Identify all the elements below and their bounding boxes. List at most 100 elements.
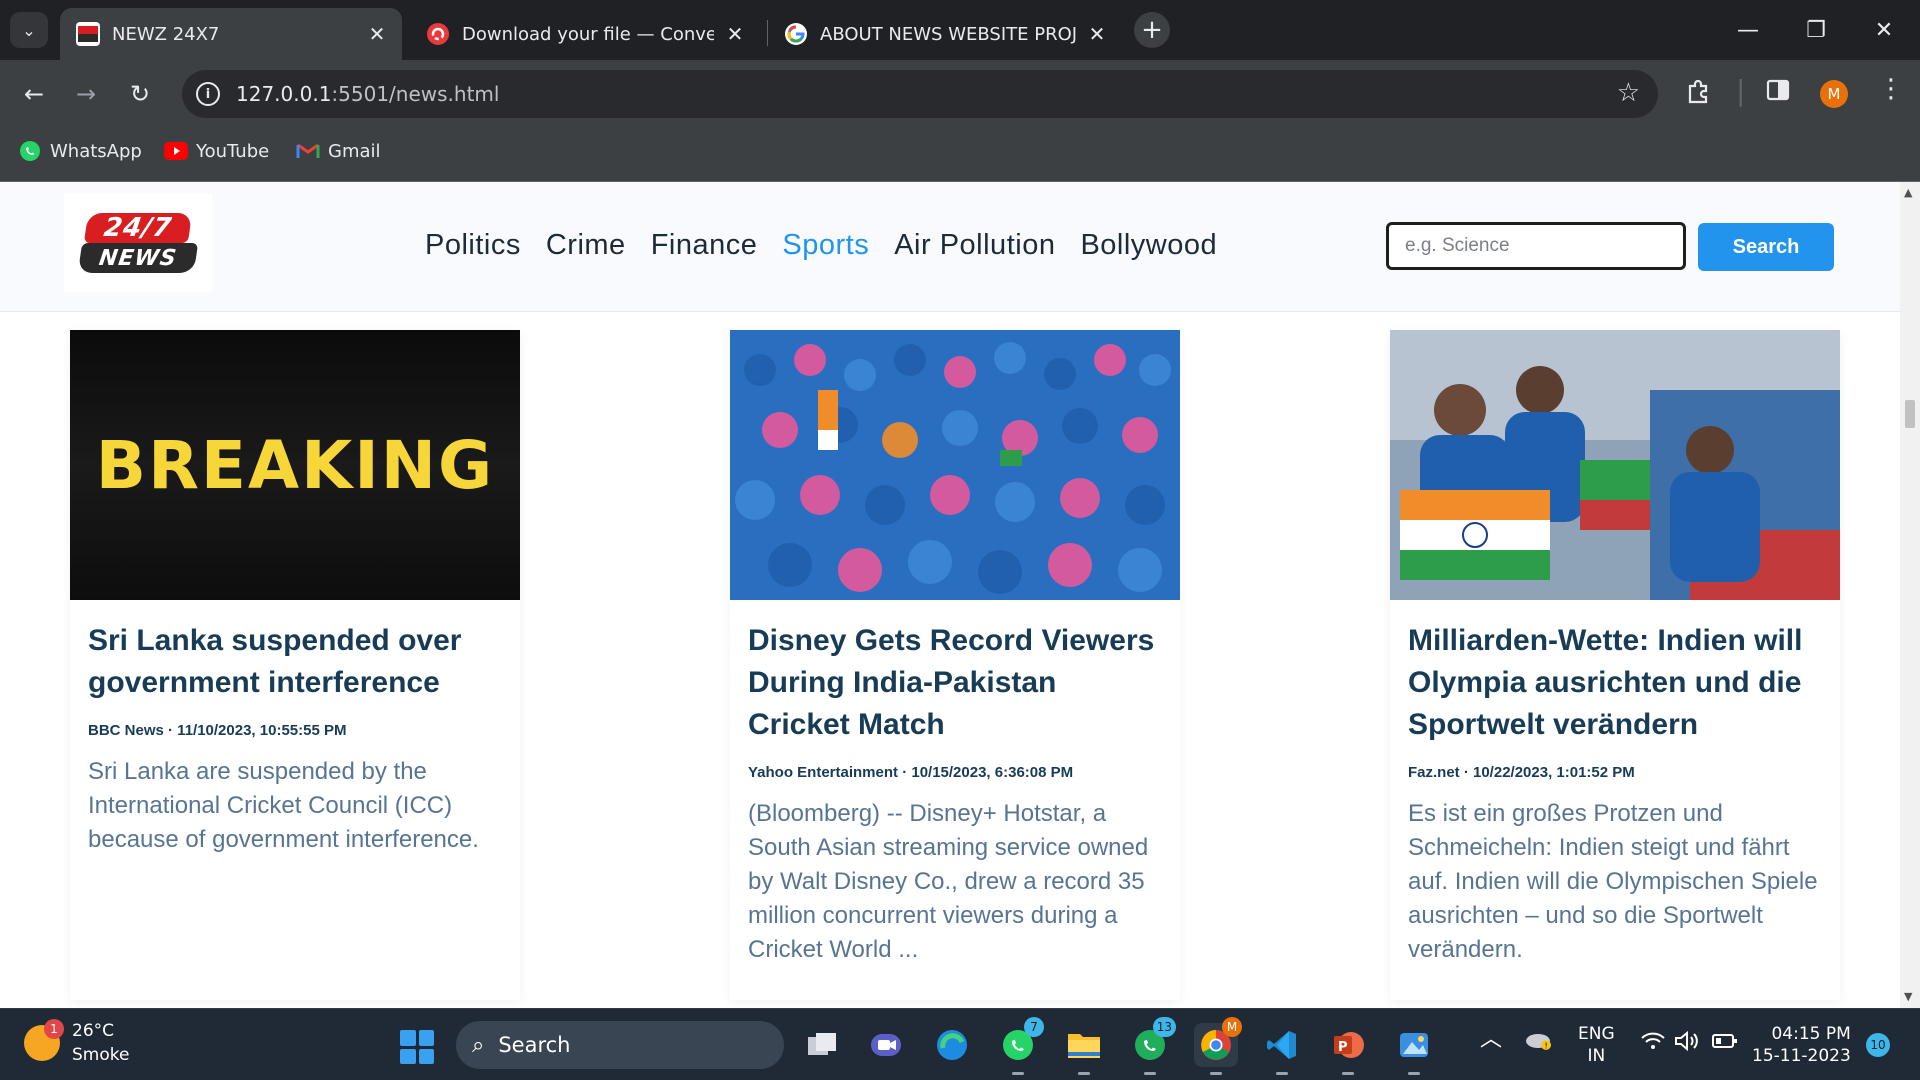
side-panel-icon[interactable] (1766, 78, 1790, 108)
clock-time: 04:15 PM (1771, 1024, 1851, 1044)
whatsapp-taskbar-icon[interactable]: 7 (996, 1017, 1044, 1075)
more-menu-icon[interactable]: ⋮ (1878, 74, 1904, 104)
taskbar-search-label: Search (498, 1033, 571, 1057)
bookmark-whatsapp[interactable]: WhatsApp (18, 140, 142, 162)
scrollbar-thumb[interactable] (1905, 400, 1915, 428)
language-indicator[interactable]: ENG IN (1578, 1023, 1615, 1067)
news-card[interactable]: BREAKING Sri Lanka suspended over govern… (70, 330, 520, 1000)
google-favicon-icon (784, 22, 808, 46)
weather-widget[interactable]: 1 26°C Smoke (24, 1019, 129, 1067)
logo-top-text: 24/7 (102, 213, 174, 243)
windows-taskbar: 1 26°C Smoke ⌕ Search 7 13 M P ︿ ! ENG I… (0, 1008, 1920, 1080)
close-tab-icon[interactable]: ✕ (724, 22, 746, 46)
wifi-icon[interactable] (1640, 1031, 1666, 1055)
chrome-profile-badge: M (1222, 1017, 1242, 1037)
article-title[interactable]: Sri Lanka suspended over government inte… (88, 620, 502, 704)
chevron-up-icon[interactable]: ︿ (1480, 1029, 1502, 1051)
task-view-icon[interactable] (800, 1023, 844, 1067)
article-title[interactable]: Milliarden-Wette: Indien will Olympia au… (1408, 620, 1822, 746)
forward-arrow-icon[interactable]: → (66, 74, 106, 114)
volume-icon[interactable] (1674, 1030, 1700, 1057)
profile-avatar[interactable]: M (1820, 80, 1848, 108)
start-button[interactable] (400, 1030, 434, 1064)
tab-search-button[interactable]: ⌄ (10, 12, 48, 48)
tab-strip: ⌄ NEWZ 24X7 ✕ Download your file — Conve… (0, 0, 1920, 60)
breaking-news-image: BREAKING (70, 330, 520, 600)
bookmarks-bar: WhatsApp YouTube Gmail (0, 126, 1920, 182)
taskbar-search[interactable]: ⌕ Search (456, 1021, 784, 1069)
bookmark-gmail[interactable]: Gmail (296, 140, 381, 162)
close-tab-icon[interactable]: ✕ (366, 22, 388, 46)
page-viewport: 24/7 NEWS Politics Crime Finance Sports … (0, 182, 1900, 1008)
weather-temp: 26°C (72, 1021, 115, 1041)
address-bar[interactable]: i 127.0.0.1:5501/news.html ☆ (182, 70, 1658, 118)
new-tab-button[interactable]: + (1134, 12, 1170, 48)
scroll-down-icon[interactable]: ▼ (1904, 990, 1912, 1003)
article-meta: Yahoo Entertainment · 10/15/2023, 6:36:0… (748, 764, 1074, 781)
nav-item-finance[interactable]: Finance (651, 229, 758, 262)
breaking-text: BREAKING (95, 426, 495, 504)
nav-item-bollywood[interactable]: Bollywood (1080, 229, 1217, 262)
search-input[interactable] (1386, 222, 1686, 270)
bookmark-label: YouTube (196, 140, 270, 162)
bookmark-star-icon[interactable]: ☆ (1617, 78, 1640, 108)
weather-desc: Smoke (72, 1045, 130, 1065)
site-logo[interactable]: 24/7 NEWS (64, 194, 212, 292)
scroll-up-icon[interactable]: ▲ (1904, 186, 1912, 199)
convertio-favicon-icon (426, 22, 450, 46)
whatsapp-business-icon[interactable]: 13 (1128, 1017, 1176, 1075)
notification-badge[interactable]: 10 (1866, 1033, 1890, 1057)
url-text[interactable]: 127.0.0.1:5501/news.html (236, 82, 499, 106)
tab-title: ABOUT NEWS WEBSITE PROJECT (820, 23, 1076, 45)
youtube-icon (164, 140, 188, 162)
onedrive-warning-icon[interactable]: ! (1524, 1029, 1554, 1057)
tab-about-news[interactable]: ABOUT NEWS WEBSITE PROJECT ✕ (768, 8, 1122, 60)
photos-icon[interactable] (1392, 1023, 1436, 1075)
back-arrow-icon[interactable]: ← (14, 74, 54, 114)
close-window-icon[interactable]: ✕ (1864, 10, 1904, 50)
newz-favicon-icon (76, 22, 100, 46)
edge-icon[interactable] (930, 1023, 974, 1067)
article-title[interactable]: Disney Gets Record Viewers During India-… (748, 620, 1162, 746)
language-bottom: IN (1587, 1046, 1606, 1066)
file-explorer-icon[interactable] (1062, 1023, 1106, 1075)
search-icon: ⌕ (472, 1032, 485, 1058)
powerpoint-icon[interactable]: P (1326, 1023, 1370, 1075)
chrome-taskbar-icon[interactable]: M (1194, 1017, 1242, 1075)
battery-icon[interactable] (1712, 1033, 1738, 1055)
article-meta: Faz.net · 10/22/2023, 1:01:52 PM (1408, 764, 1635, 781)
gmail-icon (296, 140, 320, 162)
news-card[interactable]: Disney Gets Record Viewers During India-… (730, 330, 1180, 1000)
site-info-icon[interactable]: i (196, 82, 220, 106)
tab-newz[interactable]: NEWZ 24X7 ✕ (60, 8, 402, 60)
category-menu: Politics Crime Finance Sports Air Pollut… (425, 229, 1217, 262)
toolbar-divider: | (1736, 74, 1746, 107)
minimize-icon[interactable]: — (1728, 10, 1768, 50)
whatsapp-icon (18, 140, 42, 162)
article-meta: BBC News · 11/10/2023, 10:55:55 PM (88, 722, 347, 739)
reload-icon[interactable]: ↻ (120, 74, 160, 114)
nav-item-crime[interactable]: Crime (546, 229, 626, 262)
restore-icon[interactable]: ❐ (1796, 10, 1836, 50)
whatsapp-badge: 7 (1024, 1017, 1044, 1037)
logo-bottom-text: NEWS (97, 245, 179, 271)
chevron-down-icon: ⌄ (22, 20, 36, 40)
nav-item-sports[interactable]: Sports (782, 229, 869, 262)
tab-title: NEWZ 24X7 (112, 23, 220, 45)
bookmark-youtube[interactable]: YouTube (164, 140, 269, 162)
browser-toolbar: ← → ↻ i 127.0.0.1:5501/news.html ☆ | ⋮ (0, 60, 1920, 126)
india-fans-image (1390, 330, 1840, 600)
nav-item-air-pollution[interactable]: Air Pollution (894, 229, 1055, 262)
system-clock[interactable]: 04:15 PM 15-11-2023 (1752, 1023, 1851, 1067)
close-tab-icon[interactable]: ✕ (1086, 22, 1108, 46)
page-scrollbar[interactable]: ▲ ▼ (1900, 182, 1920, 1008)
whatsapp-business-badge: 13 (1152, 1017, 1176, 1037)
extensions-icon[interactable] (1686, 78, 1712, 110)
tab-convertio[interactable]: Download your file — Convertio ✕ (410, 8, 760, 60)
nav-item-politics[interactable]: Politics (425, 229, 521, 262)
vscode-icon[interactable] (1260, 1023, 1304, 1075)
meet-icon[interactable] (864, 1023, 908, 1067)
news-card[interactable]: Milliarden-Wette: Indien will Olympia au… (1390, 330, 1840, 1000)
language-top: ENG (1578, 1024, 1615, 1044)
search-button[interactable]: Search (1698, 223, 1834, 271)
